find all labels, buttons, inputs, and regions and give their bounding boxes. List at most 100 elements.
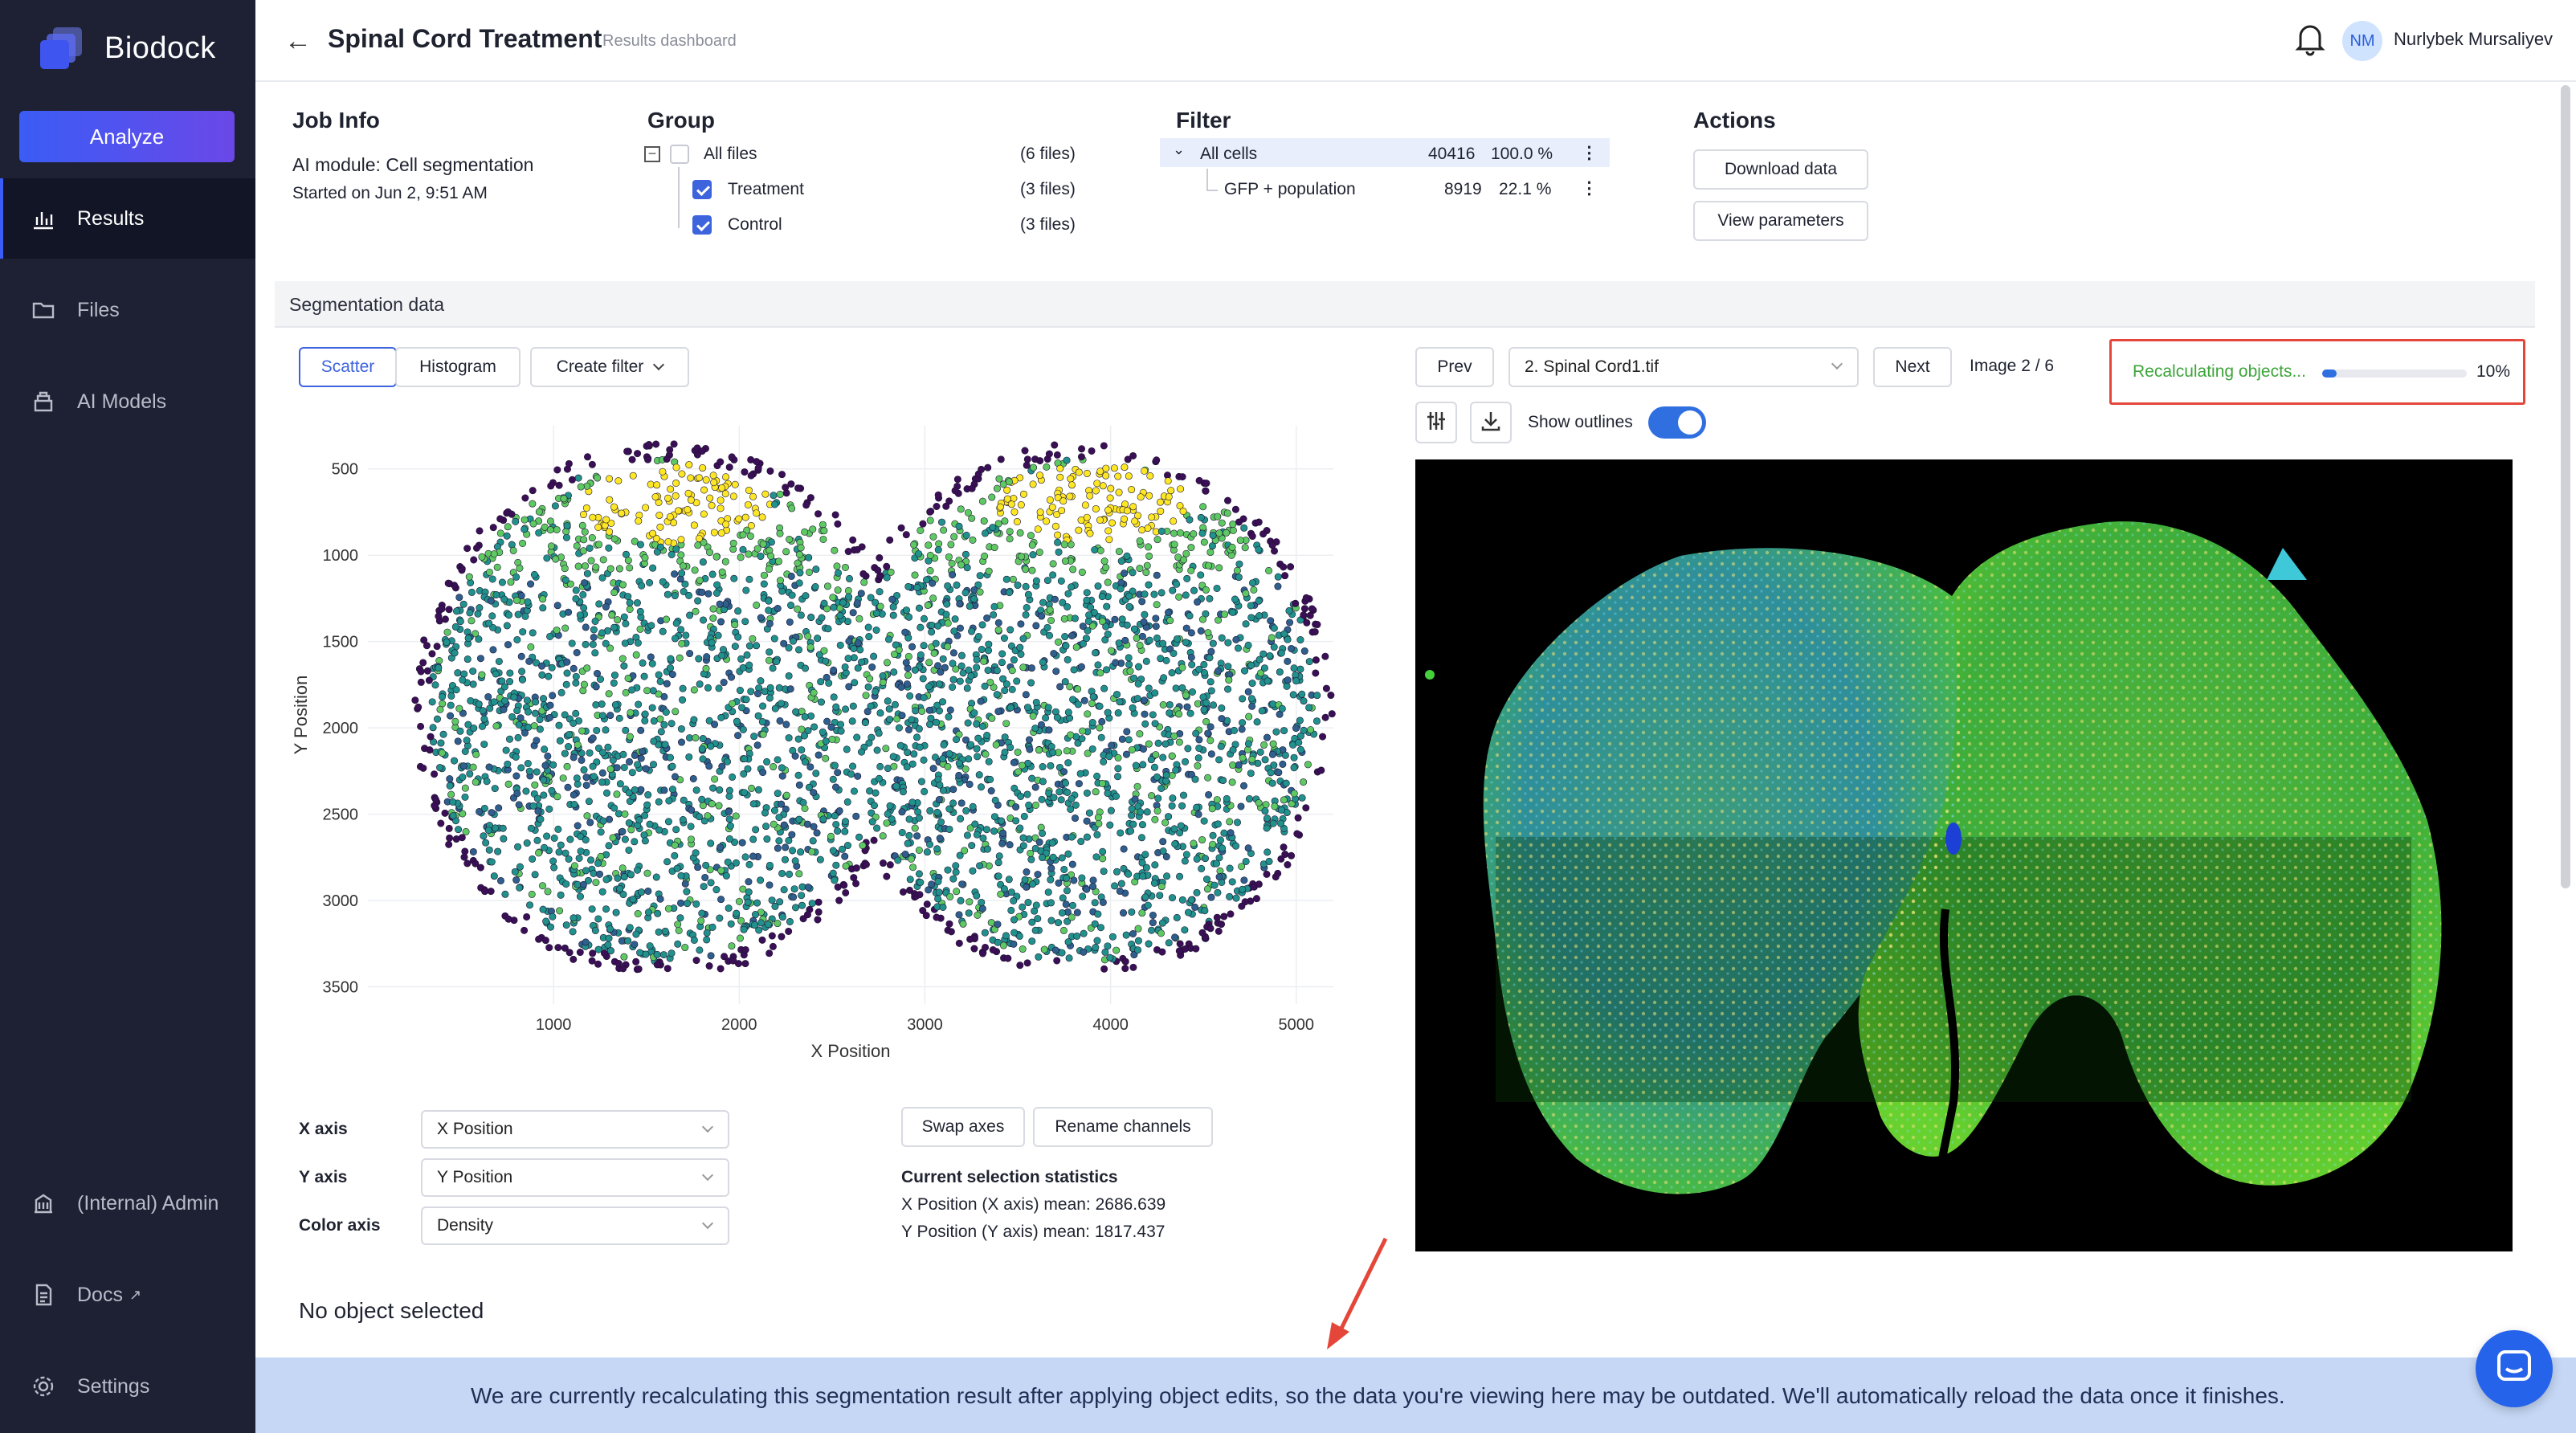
view-parameters-button[interactable]: View parameters bbox=[1693, 201, 1868, 241]
scatter-point bbox=[606, 496, 614, 504]
scatter-point bbox=[744, 765, 752, 773]
scatter-point bbox=[706, 549, 714, 557]
scatter-point bbox=[436, 764, 444, 772]
scatter-point bbox=[636, 625, 644, 633]
show-outlines-toggle[interactable] bbox=[1648, 406, 1706, 439]
scatter-point bbox=[949, 683, 957, 691]
scatter-point bbox=[1223, 509, 1231, 517]
scatter-point bbox=[717, 867, 725, 875]
sidebar-item-results[interactable]: Results bbox=[0, 178, 255, 259]
scatter-point bbox=[547, 482, 555, 490]
filter-all-cells-pct: 100.0 % bbox=[1491, 145, 1553, 163]
scatter-point bbox=[680, 796, 688, 804]
scatter-point bbox=[540, 776, 548, 784]
scatter-point bbox=[650, 717, 658, 725]
collapse-icon[interactable]: − bbox=[644, 146, 660, 162]
scatter-point bbox=[1281, 572, 1289, 580]
download-image-button[interactable] bbox=[1470, 402, 1512, 443]
scatter-point bbox=[1106, 494, 1114, 502]
scatter-point bbox=[782, 843, 790, 851]
scatter-point bbox=[1165, 492, 1173, 500]
scatter-point bbox=[605, 690, 613, 698]
color-axis-select[interactable]: Density bbox=[421, 1206, 729, 1245]
checkbox-treatment[interactable] bbox=[692, 180, 712, 199]
analyze-button[interactable]: Analyze bbox=[19, 111, 235, 162]
chevron-down-icon[interactable]: ⌄ bbox=[1173, 141, 1185, 158]
sidebar-item-ai-models[interactable]: AI Models bbox=[0, 361, 255, 442]
create-filter-button[interactable]: Create filter bbox=[530, 347, 689, 387]
swap-axes-button[interactable]: Swap axes bbox=[901, 1107, 1025, 1147]
scatter-point bbox=[797, 611, 805, 619]
spinal-cord-image[interactable] bbox=[1415, 459, 2513, 1251]
scatter-point bbox=[662, 615, 670, 623]
scatter-point bbox=[949, 649, 957, 657]
scatter-point bbox=[447, 712, 455, 720]
avatar[interactable]: NM bbox=[2342, 21, 2382, 61]
scatter-point bbox=[1063, 874, 1071, 882]
sidebar-item-admin[interactable]: (Internal) Admin bbox=[0, 1163, 255, 1243]
download-data-button[interactable]: Download data bbox=[1693, 149, 1868, 190]
scatter-point bbox=[1121, 636, 1129, 644]
scatter-point bbox=[898, 712, 906, 720]
scatter-point bbox=[1128, 486, 1136, 494]
scatter-point bbox=[902, 531, 910, 539]
scatter-point bbox=[902, 606, 910, 614]
tab-scatter[interactable]: Scatter bbox=[299, 347, 397, 387]
scatter-point bbox=[775, 814, 783, 822]
scatter-point bbox=[738, 839, 746, 847]
sidebar-item-settings[interactable]: Settings bbox=[0, 1346, 255, 1427]
tab-histogram[interactable]: Histogram bbox=[395, 347, 521, 387]
scatter-point bbox=[749, 835, 757, 843]
scatter-point bbox=[639, 659, 647, 667]
scatter-point bbox=[629, 472, 637, 480]
more-options-icon[interactable]: ⋮ bbox=[1581, 178, 1598, 198]
scatter-point bbox=[1100, 684, 1108, 692]
scatter-point bbox=[1290, 664, 1298, 672]
rename-channels-button[interactable]: Rename channels bbox=[1033, 1107, 1213, 1147]
scatter-point bbox=[1268, 541, 1276, 549]
notification-bell-icon[interactable] bbox=[2294, 21, 2326, 60]
brand[interactable]: Biodock bbox=[39, 24, 216, 72]
scatter-point bbox=[961, 589, 970, 597]
scrollbar[interactable] bbox=[2561, 85, 2570, 888]
user-name[interactable]: Nurlybek Mursaliyev bbox=[2394, 29, 2553, 50]
checkbox-control[interactable] bbox=[692, 215, 712, 235]
prev-button[interactable]: Prev bbox=[1415, 347, 1494, 387]
image-viewer[interactable] bbox=[1415, 459, 2513, 1251]
scatter-point bbox=[822, 657, 830, 665]
scatter-point bbox=[886, 861, 894, 869]
scatter-point bbox=[1031, 926, 1039, 934]
adjustments-button[interactable] bbox=[1415, 402, 1457, 443]
scatter-point bbox=[692, 607, 700, 615]
more-options-icon[interactable]: ⋮ bbox=[1581, 143, 1598, 163]
checkbox-all-files[interactable] bbox=[670, 145, 689, 164]
sidebar-item-docs[interactable]: Docs ↗ bbox=[0, 1255, 255, 1335]
scatter-point bbox=[786, 870, 794, 878]
y-axis-select[interactable]: Y Position bbox=[421, 1158, 729, 1197]
scatter-point bbox=[1104, 527, 1112, 535]
image-file-select[interactable]: 2. Spinal Cord1.tif bbox=[1508, 347, 1859, 387]
scatter-point bbox=[586, 544, 594, 552]
scatter-point bbox=[517, 764, 525, 772]
scatter-point bbox=[1130, 674, 1138, 682]
scatter-point bbox=[563, 762, 571, 770]
scatter-point bbox=[1069, 565, 1077, 574]
scatter-point bbox=[1056, 473, 1064, 481]
scatter-point bbox=[614, 616, 622, 624]
scatter-point bbox=[616, 780, 624, 788]
scatter-point bbox=[1064, 850, 1072, 858]
scatter-point bbox=[915, 725, 923, 733]
filter-gfp-label[interactable]: GFP + population bbox=[1224, 180, 1356, 199]
chat-button[interactable] bbox=[2476, 1330, 2553, 1407]
scatter-point bbox=[467, 578, 475, 586]
scatter-point bbox=[841, 852, 849, 860]
scatter-point bbox=[580, 766, 588, 774]
x-axis-select[interactable]: X Position bbox=[421, 1110, 729, 1149]
scatter-point bbox=[627, 708, 635, 716]
sidebar-item-files[interactable]: Files bbox=[0, 270, 255, 350]
scatter-point bbox=[1025, 801, 1033, 809]
scatter-plot[interactable]: 1000 2000 3000 4000 500050010001500200025003… bbox=[289, 418, 1366, 1060]
back-arrow-icon[interactable]: ← bbox=[284, 26, 312, 57]
scatter-point bbox=[850, 644, 858, 652]
next-button[interactable]: Next bbox=[1873, 347, 1952, 387]
